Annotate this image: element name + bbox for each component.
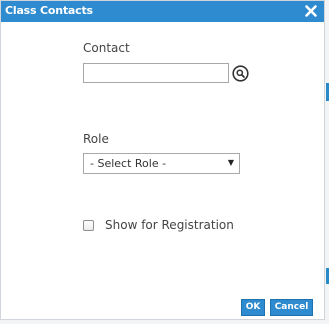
contact-input[interactable] bbox=[83, 63, 229, 83]
dropdown-caret-icon: ▼ bbox=[227, 158, 234, 167]
search-icon[interactable] bbox=[232, 65, 249, 82]
class-contacts-dialog: Class Contacts Contact Role - Select Rol… bbox=[0, 0, 325, 320]
cancel-button[interactable]: Cancel bbox=[270, 299, 313, 316]
role-select-value: - Select Role - bbox=[90, 157, 167, 170]
role-label: Role bbox=[83, 132, 109, 146]
close-icon[interactable] bbox=[304, 4, 318, 18]
show-for-registration-label[interactable]: Show for Registration bbox=[105, 218, 234, 232]
ok-button[interactable]: OK bbox=[241, 299, 265, 316]
dialog-title: Class Contacts bbox=[5, 4, 93, 17]
role-select[interactable]: - Select Role - ▼ bbox=[83, 153, 240, 174]
show-for-registration-checkbox[interactable] bbox=[83, 220, 94, 231]
contact-label: Contact bbox=[83, 41, 130, 55]
dialog-titlebar: Class Contacts bbox=[1, 1, 324, 22]
